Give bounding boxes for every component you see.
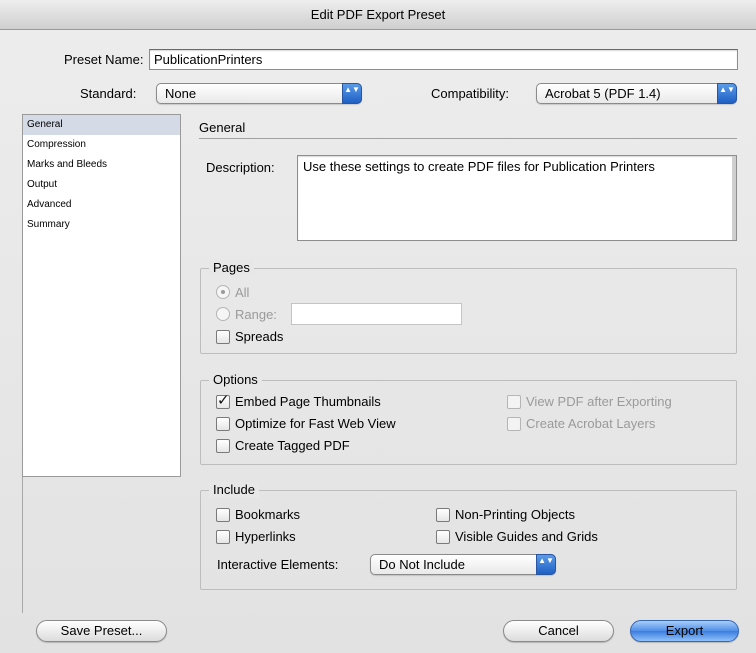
compatibility-select[interactable]: Acrobat 5 (PDF 1.4) ▲▼ [536, 83, 737, 104]
create-acrobat-layers-label: Create Acrobat Layers [526, 416, 656, 431]
interactive-elements-select[interactable]: Do Not Include ▲▼ [370, 554, 556, 575]
sidebar-item-output[interactable]: Output [23, 175, 180, 195]
sidebar-item-compression[interactable]: Compression [23, 135, 180, 155]
radio-dot-icon [221, 290, 225, 294]
preset-name-label: Preset Name: [64, 52, 144, 67]
popup-arrows-icon: ▲▼ [717, 83, 737, 104]
interactive-elements-label: Interactive Elements: [217, 557, 339, 572]
sidebar-item-summary[interactable]: Summary [23, 215, 180, 235]
preset-name-input[interactable]: PublicationPrinters [149, 49, 738, 70]
popup-arrows-icon: ▲▼ [342, 83, 362, 104]
popup-arrows-icon: ▲▼ [536, 554, 556, 575]
pages-range-input[interactable] [291, 303, 462, 325]
view-pdf-after-export-checkbox[interactable] [507, 395, 521, 409]
sidebar-item-general[interactable]: General [23, 115, 180, 135]
embed-thumbnails-label: Embed Page Thumbnails [235, 394, 381, 409]
spreads-checkbox[interactable] [216, 330, 230, 344]
divider [22, 477, 23, 613]
description-text: Use these settings to create PDF files f… [303, 159, 655, 174]
spreads-label: Spreads [235, 329, 284, 344]
create-tagged-pdf-checkbox[interactable] [216, 439, 230, 453]
checkmark-icon: ✓ [217, 392, 230, 409]
options-group-title: Options [209, 372, 262, 388]
standard-select-value: None [165, 86, 197, 101]
create-acrobat-layers-checkbox[interactable] [507, 417, 521, 431]
export-button[interactable]: Export [630, 620, 739, 642]
section-title-general: General [199, 120, 246, 135]
create-tagged-pdf-label: Create Tagged PDF [235, 438, 350, 453]
window-title: Edit PDF Export Preset [310, 7, 446, 22]
description-label: Description: [206, 160, 275, 175]
view-pdf-after-export-label: View PDF after Exporting [526, 394, 672, 409]
visible-guides-grids-label: Visible Guides and Grids [455, 529, 598, 544]
sidebar-item-advanced[interactable]: Advanced [23, 195, 180, 215]
cancel-button[interactable]: Cancel [503, 620, 614, 642]
bookmarks-label: Bookmarks [235, 507, 301, 522]
category-list: General Compression Marks and Bleeds Out… [22, 114, 181, 477]
sidebar-item-marks-and-bleeds[interactable]: Marks and Bleeds [23, 155, 180, 175]
bookmarks-checkbox[interactable] [216, 508, 230, 522]
pages-range-radio[interactable] [216, 307, 230, 321]
interactive-elements-value: Do Not Include [379, 557, 465, 572]
pages-range-label: Range: [235, 307, 277, 322]
optimize-fast-web-checkbox[interactable] [216, 417, 230, 431]
visible-guides-grids-checkbox[interactable] [436, 530, 450, 544]
include-group-title: Include [209, 482, 259, 498]
description-scrollbar[interactable] [732, 156, 736, 240]
non-printing-objects-checkbox[interactable] [436, 508, 450, 522]
pages-all-radio[interactable] [216, 285, 230, 299]
hyperlinks-label: Hyperlinks [235, 529, 296, 544]
pages-group-title: Pages [209, 260, 254, 276]
section-divider [199, 138, 737, 139]
compatibility-select-value: Acrobat 5 (PDF 1.4) [545, 86, 661, 101]
optimize-fast-web-label: Optimize for Fast Web View [235, 416, 396, 431]
hyperlinks-checkbox[interactable] [216, 530, 230, 544]
compatibility-label: Compatibility: [431, 86, 510, 101]
edit-pdf-export-preset-dialog: Edit PDF Export Preset Preset Name: Publ… [0, 0, 756, 653]
pages-all-label: All [235, 285, 250, 300]
save-preset-button[interactable]: Save Preset... [36, 620, 167, 642]
description-textarea[interactable]: Use these settings to create PDF files f… [297, 155, 737, 241]
embed-thumbnails-checkbox[interactable]: ✓ [216, 392, 230, 409]
standard-select[interactable]: None ▲▼ [156, 83, 362, 104]
non-printing-objects-label: Non-Printing Objects [455, 507, 575, 522]
window-titlebar: Edit PDF Export Preset [0, 0, 756, 30]
standard-label: Standard: [80, 86, 137, 101]
